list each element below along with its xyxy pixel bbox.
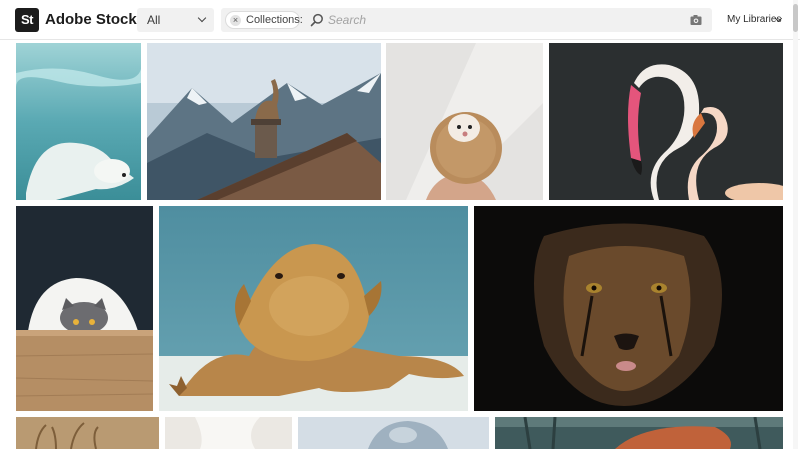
close-icon[interactable]: × xyxy=(230,15,241,26)
result-image-flamingos[interactable] xyxy=(549,43,783,200)
result-image-ibex-mountains[interactable] xyxy=(147,43,381,200)
chevron-down-icon xyxy=(197,13,207,23)
result-image-cheetah[interactable] xyxy=(474,206,783,411)
result-image-white-fabric[interactable] xyxy=(165,417,292,449)
result-image-bearded-dragon[interactable] xyxy=(159,206,468,411)
camera-icon[interactable] xyxy=(689,13,703,27)
search-bar[interactable]: × Collections: xyxy=(221,8,712,32)
search-icon[interactable] xyxy=(310,13,324,27)
asset-type-selected: All xyxy=(147,13,161,27)
result-image-polar-bear[interactable] xyxy=(16,43,141,200)
brand-name[interactable]: Adobe Stock xyxy=(45,11,137,28)
top-bar: St Adobe Stock All × Collections: My Lib… xyxy=(0,0,800,40)
result-image-hedgehog[interactable] xyxy=(386,43,543,200)
scrollbar-track[interactable] xyxy=(793,0,798,449)
scrollbar-thumb[interactable] xyxy=(793,4,798,32)
collections-filter-chip[interactable]: × Collections: xyxy=(225,11,303,29)
result-image-orange-bird[interactable] xyxy=(495,417,783,449)
result-image-cat-peeking[interactable] xyxy=(16,206,153,411)
my-libraries-button[interactable]: My Libraries xyxy=(727,14,781,25)
asset-type-dropdown[interactable]: All xyxy=(137,8,214,32)
adobe-stock-logo[interactable]: St xyxy=(15,8,39,32)
result-image-blue-toy[interactable] xyxy=(298,417,489,449)
result-image-dry-plants[interactable] xyxy=(16,417,159,449)
collections-chip-label: Collections: xyxy=(246,14,303,26)
search-input[interactable] xyxy=(328,11,668,29)
